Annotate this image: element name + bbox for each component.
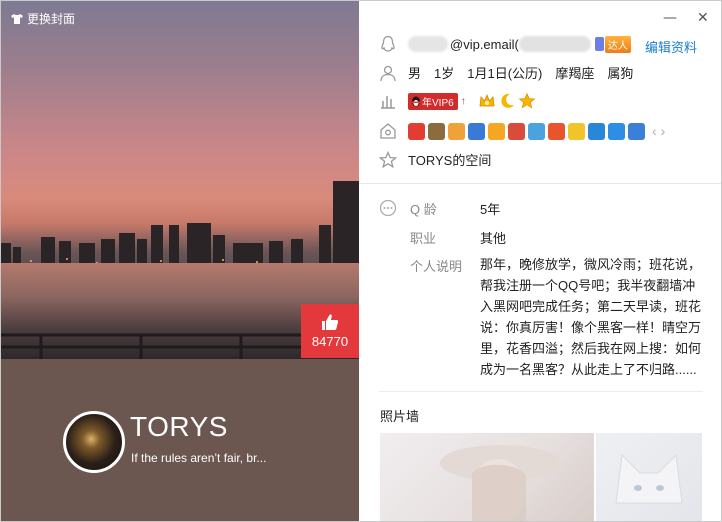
service-card-icon[interactable] bbox=[588, 122, 605, 140]
close-button[interactable]: ✕ bbox=[697, 11, 709, 25]
service-wine-icon[interactable] bbox=[508, 122, 525, 140]
service-qq-icon[interactable] bbox=[408, 122, 425, 140]
thumbs-up-icon bbox=[322, 314, 339, 330]
service-treasure-icon[interactable] bbox=[448, 122, 465, 140]
tshirt-icon bbox=[11, 13, 23, 24]
gender: 男 bbox=[408, 66, 422, 81]
profile-cover-panel: 更换封面 84770 TORYS If the rules aren’t fai… bbox=[1, 1, 359, 521]
age: 1岁 bbox=[434, 66, 455, 81]
change-cover-label: 更换封面 bbox=[27, 12, 76, 26]
minimize-button[interactable]: — bbox=[663, 11, 677, 25]
qzone-label: TORYS的空间 bbox=[408, 153, 492, 168]
service-chat-icon[interactable] bbox=[608, 122, 625, 140]
qage-value: 5年 bbox=[480, 202, 501, 217]
profile-info-panel: — ✕ @vip.email( 达人 编辑资料 男 1岁 1月1日(公历) 摩羯… bbox=[359, 1, 721, 521]
basic-info-row: 男 1岁 1月1日(公历) 摩羯座 属狗 bbox=[379, 63, 646, 82]
services-row: ‹ › bbox=[379, 122, 665, 140]
portrait-photo-graphic bbox=[440, 445, 560, 521]
service-star-icon[interactable] bbox=[568, 122, 585, 140]
person-icon bbox=[380, 65, 396, 81]
like-button[interactable]: 84770 bbox=[301, 304, 359, 358]
section-divider-2 bbox=[379, 391, 703, 392]
photo-wall-image-2[interactable] bbox=[596, 433, 702, 521]
next-arrow-icon[interactable]: › bbox=[661, 123, 666, 139]
email-row: @vip.email( 达人 bbox=[379, 35, 631, 53]
daren-badge[interactable]: 达人 bbox=[594, 35, 631, 53]
bio-label: 个人说明 bbox=[410, 259, 463, 274]
prev-arrow-icon[interactable]: ‹ bbox=[652, 123, 657, 139]
service-game-icon[interactable] bbox=[428, 122, 445, 140]
email-redacted-part bbox=[408, 36, 448, 52]
more-dots-icon bbox=[379, 199, 397, 217]
star-outline-icon bbox=[379, 150, 397, 168]
profile-window: 更换封面 84770 TORYS If the rules aren’t fai… bbox=[0, 0, 722, 522]
qq-penguin-icon bbox=[381, 35, 395, 52]
constellation: 摩羯座 bbox=[555, 66, 595, 81]
service-pet-icon[interactable] bbox=[528, 122, 545, 140]
edit-profile-link[interactable]: 编辑资料 bbox=[645, 37, 697, 56]
email-redacted-part-2 bbox=[518, 36, 591, 52]
service-shield-icon[interactable] bbox=[628, 122, 645, 140]
star-icon[interactable] bbox=[518, 92, 536, 110]
email-suffix: @vip.email( bbox=[450, 36, 519, 52]
section-divider bbox=[359, 183, 721, 184]
photo-wall-title: 照片墙 bbox=[380, 409, 420, 424]
qzone-row[interactable]: TORYS的空间 bbox=[379, 150, 491, 169]
service-gift-icon[interactable] bbox=[488, 122, 505, 140]
job-value: 其他 bbox=[480, 231, 507, 246]
moon-icon[interactable] bbox=[498, 92, 516, 110]
crown-icon[interactable] bbox=[478, 92, 496, 110]
vip-badge[interactable]: 年VIP6 bbox=[408, 92, 458, 110]
vip-level-row: 年VIP6 ↑ bbox=[379, 92, 538, 110]
service-car-icon[interactable] bbox=[468, 122, 485, 140]
service-fire-icon[interactable] bbox=[548, 122, 565, 140]
job-label: 职业 bbox=[410, 231, 437, 246]
vip-arrow: ↑ bbox=[460, 95, 466, 107]
nickname: TORYS bbox=[130, 411, 228, 442]
photo-wall-image-1[interactable] bbox=[380, 433, 594, 521]
likes-count: 84770 bbox=[311, 334, 349, 349]
home-badge-icon bbox=[380, 123, 396, 139]
bio-text: 那年，晚修放学，微风冷雨；班花说，帮我注册一个QQ号吧；我半夜翻墙冲入黑网吧完成… bbox=[480, 257, 702, 377]
vip-badge-label: 年VIP6 bbox=[422, 97, 454, 109]
qage-label: Q 龄 bbox=[410, 202, 437, 217]
phone-icon bbox=[594, 37, 604, 51]
cat-photo-graphic bbox=[615, 453, 683, 504]
birthday: 1月1日(公历) bbox=[467, 66, 543, 81]
change-cover-button[interactable]: 更换封面 bbox=[11, 10, 75, 27]
daren-tag: 达人 bbox=[604, 35, 631, 53]
city-skyline-graphic bbox=[1, 181, 359, 271]
qq-penguin-mini-icon bbox=[412, 96, 420, 107]
bar-chart-icon bbox=[381, 96, 395, 109]
avatar[interactable] bbox=[63, 411, 125, 473]
signature[interactable]: If the rules aren’t fair, br... bbox=[131, 451, 266, 465]
zodiac: 属狗 bbox=[607, 66, 634, 81]
